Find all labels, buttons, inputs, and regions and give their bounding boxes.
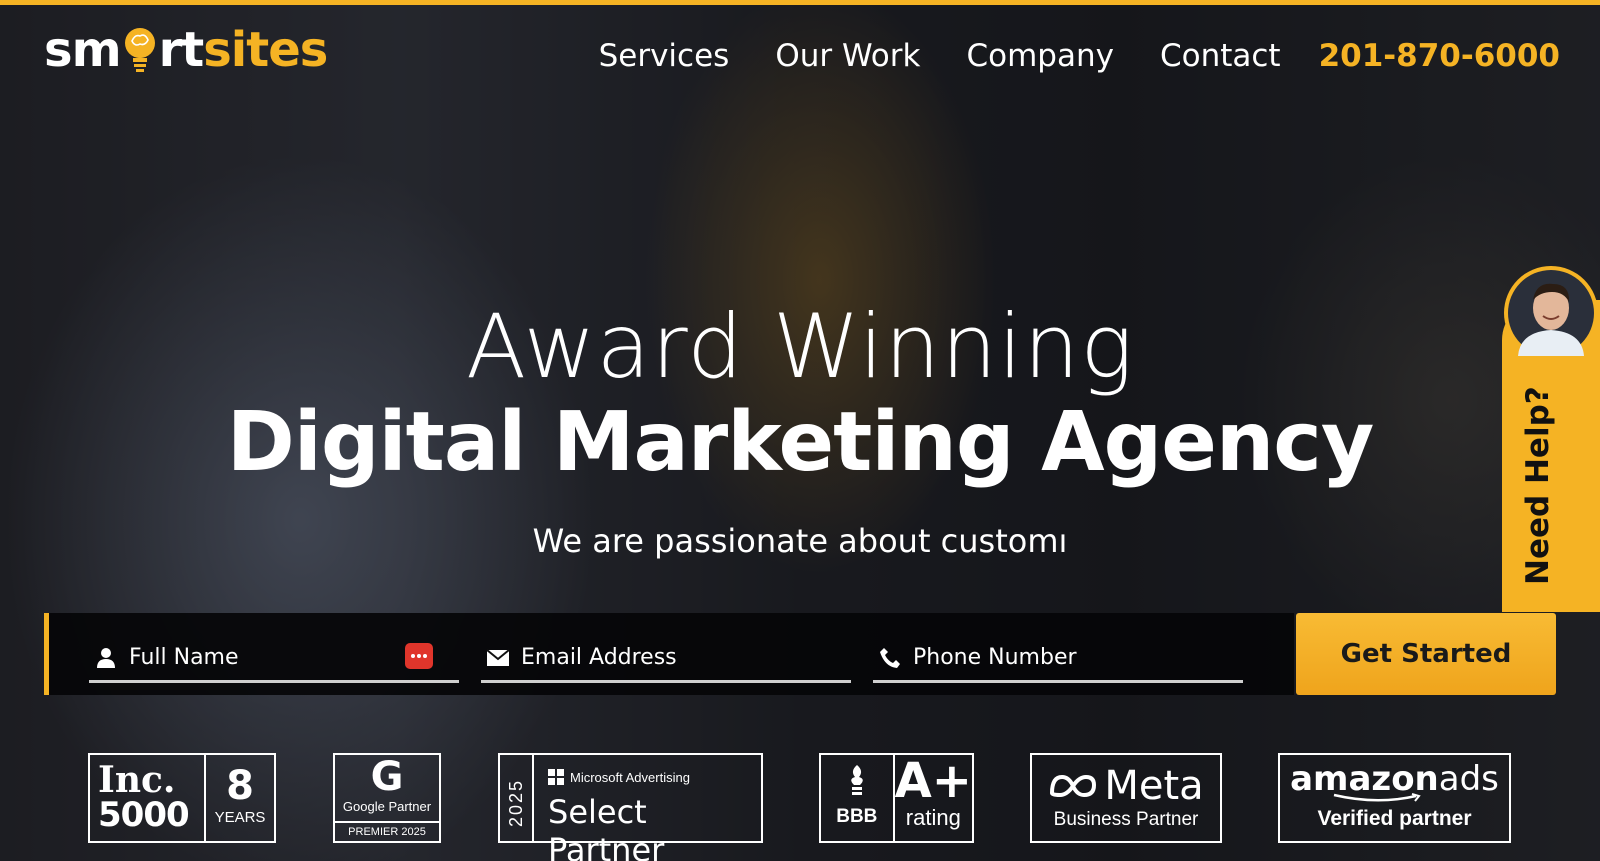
get-started-button[interactable]: Get Started <box>1296 613 1556 695</box>
nav-link-our-work[interactable]: Our Work <box>775 38 920 74</box>
bbb-grade: A+ <box>894 753 972 809</box>
inc-badge-years-label: YEARS <box>214 809 266 826</box>
amazon-ads-badge: amazonads Verified partner <box>1278 753 1511 843</box>
nav-link-services[interactable]: Services <box>599 38 730 74</box>
phone-field <box>873 635 1243 683</box>
amazon-smile-icon <box>1333 793 1421 802</box>
hero-title-line2: Digital Marketing Agency <box>226 395 1375 490</box>
full-name-field <box>89 635 459 683</box>
nav-link-contact[interactable]: Contact <box>1160 38 1281 74</box>
nav-link-company[interactable]: Company <box>966 38 1113 74</box>
logo[interactable]: sm rt sites <box>44 22 328 78</box>
google-partner-label: Google Partner <box>342 799 432 814</box>
amazon-brand-light: ads <box>1438 759 1499 799</box>
email-field <box>481 635 851 683</box>
meta-infinity-icon <box>1050 774 1097 798</box>
amazon-verified-label: Verified partner <box>1317 807 1472 830</box>
hero-subtitle: We are passionate about customı <box>532 522 1068 560</box>
lead-form <box>44 613 1294 695</box>
inc-5000-badge: Inc. 5000 8 YEARS <box>88 753 276 843</box>
lightbulb-icon <box>122 26 158 74</box>
phone-input[interactable] <box>913 645 1173 670</box>
google-partner-tier: PREMIER 2025 <box>335 821 439 841</box>
user-icon <box>93 645 119 671</box>
envelope-icon <box>485 645 511 671</box>
meta-partner-label: Business Partner <box>1053 809 1199 830</box>
inc-badge-line1: Inc. <box>98 759 176 801</box>
microsoft-brand-label: Microsoft Advertising <box>570 769 690 785</box>
microsoft-advertising-badge: 2025 Microsoft Advertising Select Partne… <box>498 753 763 861</box>
microsoft-badge-year: 2025 <box>506 778 526 827</box>
bbb-torch-icon <box>851 765 863 795</box>
phone-icon <box>877 645 903 671</box>
full-name-input[interactable] <box>129 645 389 670</box>
logo-text-part2: rt <box>158 22 205 78</box>
email-input[interactable] <box>521 645 781 670</box>
help-agent-avatar[interactable] <box>1504 266 1598 360</box>
google-g-icon: G <box>370 754 404 800</box>
logo-text-part3: sites <box>203 22 328 78</box>
google-partner-badge: G Google Partner PREMIER 2025 <box>333 753 441 843</box>
bbb-rating-label: rating <box>905 805 961 830</box>
phone-link[interactable]: 201-870-6000 <box>1319 38 1560 74</box>
inc-badge-years-number: 8 <box>226 763 254 809</box>
bbb-rating-badge: BBB A+ rating <box>819 753 974 843</box>
need-help-label[interactable]: Need Help? <box>1520 386 1556 585</box>
microsoft-logo-icon <box>548 769 564 785</box>
microsoft-select-partner-label: Select Partner <box>548 793 665 861</box>
password-manager-icon[interactable] <box>405 643 433 669</box>
meta-brand-label: Meta <box>1104 763 1204 809</box>
logo-text-part1: sm <box>44 22 122 78</box>
top-accent-strip <box>0 0 1600 5</box>
main-nav: Services Our Work Company Contact 201-87… <box>553 38 1560 74</box>
bbb-logo-text: BBB <box>836 806 878 827</box>
meta-business-partner-badge: Meta Business Partner <box>1030 753 1222 843</box>
hero-title-line1: Award Winning <box>465 295 1135 398</box>
inc-badge-line2: 5000 <box>98 795 190 835</box>
